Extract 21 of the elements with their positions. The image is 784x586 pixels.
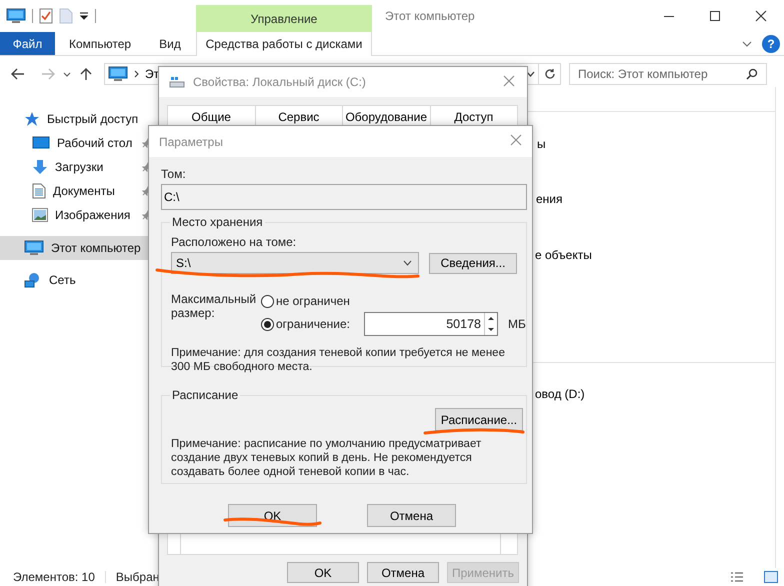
- note-text: Примечание: расписание по умолчанию предусматривает создание двух теневых копий в день. Не рекомендуется создавать более одной теневой копии в час.: [171, 437, 482, 479]
- field-label: Том:: [161, 167, 187, 181]
- nav-label: Документы: [53, 184, 115, 198]
- nav-label: Изображения: [55, 208, 130, 222]
- selection-status: Выбран: [116, 570, 160, 584]
- nav-label: Сеть: [49, 273, 76, 287]
- dialog-title: Свойства: Локальный диск (C:): [193, 75, 366, 89]
- nav-label: Быстрый доступ: [47, 112, 138, 126]
- nav-label: Этот компьютер: [51, 241, 141, 255]
- note-text: Примечание: для создания теневой копии требуется не менее 300 МБ свободного места.: [171, 346, 506, 374]
- item-count: Элементов: 10: [13, 570, 95, 584]
- field-label: Максимальный размер:: [171, 292, 258, 322]
- group-title: Расписание: [170, 388, 240, 402]
- window-title: Этот компьютер: [385, 9, 475, 23]
- field-label: Расположено на томе:: [171, 235, 298, 249]
- nav-label: Рабочий стол: [57, 136, 132, 150]
- unit-label: МБ: [508, 317, 526, 331]
- context-tab-group: Управление: [196, 5, 372, 32]
- nav-label: Загрузки: [55, 160, 104, 174]
- dialog-title: Параметры: [159, 134, 223, 148]
- group-title: Место хранения: [170, 215, 265, 229]
